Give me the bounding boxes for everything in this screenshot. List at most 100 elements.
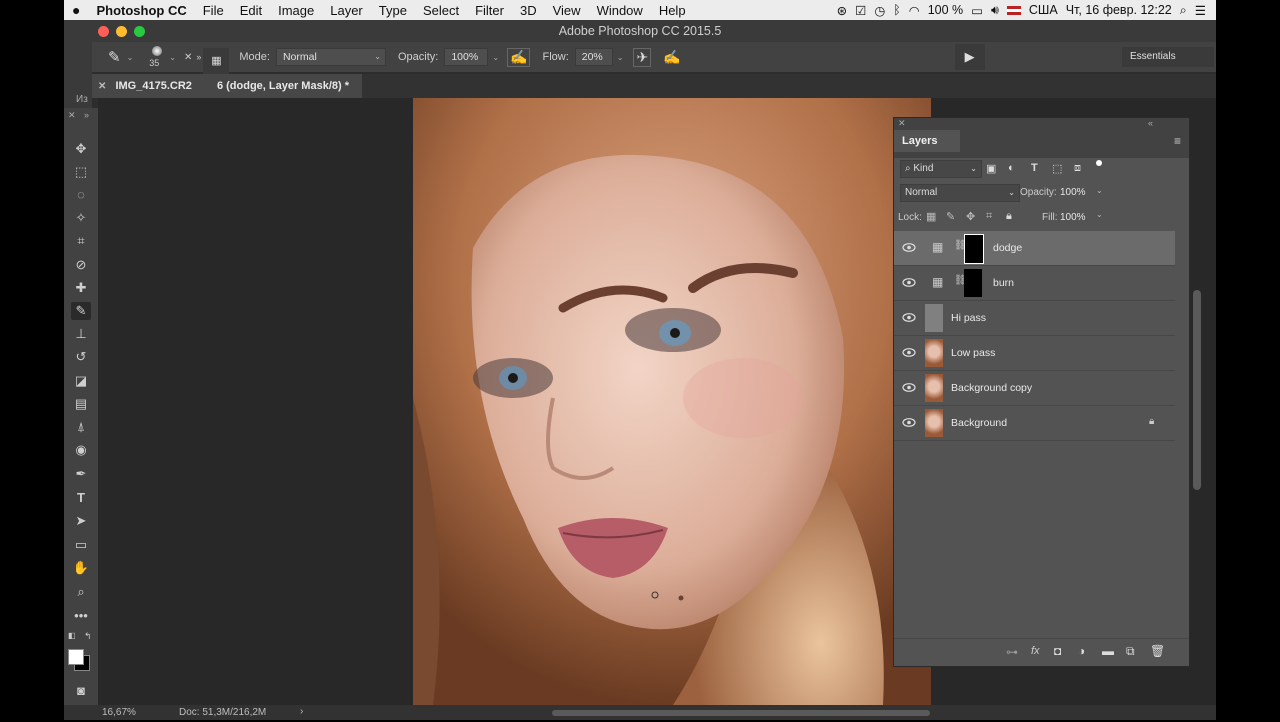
dodge-tool-icon[interactable]: ◉: [71, 441, 91, 459]
rectangle-tool-icon[interactable]: ▭: [71, 536, 91, 554]
volume-icon[interactable]: 🔊︎: [991, 3, 999, 18]
filter-smart-object-icon[interactable]: ⧈: [1074, 162, 1081, 175]
layer-opacity-value[interactable]: 100%: [1060, 187, 1086, 198]
collapse-panel-icon[interactable]: «: [1148, 118, 1153, 128]
close-small-icon[interactable]: ✕: [184, 52, 192, 63]
history-brush-tool-icon[interactable]: ↺: [71, 348, 91, 366]
checkmark-icon[interactable]: ☑: [855, 3, 866, 18]
filter-toggle-icon[interactable]: [1096, 160, 1102, 166]
layer-mask-thumbnail[interactable]: [964, 234, 984, 264]
opacity-input[interactable]: 100%: [444, 48, 489, 66]
chevron-down-icon[interactable]: ⌄: [1096, 210, 1103, 219]
default-colors-icon[interactable]: ◧: [68, 631, 76, 640]
new-layer-icon[interactable]: ⧉: [1126, 644, 1135, 659]
collapse-panel-icon[interactable]: »: [84, 110, 89, 120]
crop-tool-icon[interactable]: ⌗: [71, 232, 91, 250]
layer-row-hi-pass[interactable]: Hi pass: [894, 301, 1175, 336]
type-tool-icon[interactable]: T: [71, 489, 91, 507]
airbrush-icon[interactable]: ✈: [633, 47, 652, 67]
brush-panel-toggle-icon[interactable]: ▦: [203, 48, 230, 74]
chevron-down-icon[interactable]: ⌄: [1096, 186, 1103, 195]
adjustment-icon[interactable]: ◑: [1078, 644, 1085, 658]
menu-help[interactable]: Help: [651, 3, 694, 18]
layer-row-background[interactable]: Background 🔒︎: [894, 406, 1175, 441]
pen-tool-icon[interactable]: ✒: [71, 465, 91, 483]
lock-image-icon[interactable]: ✎: [946, 210, 955, 223]
clock[interactable]: Чт, 16 февр. 12:22: [1066, 3, 1172, 17]
quick-mask-icon[interactable]: ◙: [71, 682, 91, 700]
menu-filter[interactable]: Filter: [467, 3, 512, 18]
magic-wand-tool-icon[interactable]: ✧: [71, 209, 91, 227]
eraser-tool-icon[interactable]: ◪: [71, 372, 91, 390]
visibility-eye-icon[interactable]: [902, 243, 916, 252]
tab-layers[interactable]: Layers: [894, 130, 960, 152]
fx-icon[interactable]: fx: [1031, 645, 1040, 657]
menu-image[interactable]: Image: [270, 3, 322, 18]
menu-app-name[interactable]: Photoshop CC: [88, 3, 194, 18]
visibility-eye-icon[interactable]: [902, 383, 916, 392]
healing-brush-tool-icon[interactable]: ✚: [71, 279, 91, 297]
close-tab-icon[interactable]: ✕: [98, 81, 106, 92]
gradient-tool-icon[interactable]: ▤: [71, 395, 91, 413]
status-menu-arrow-icon[interactable]: ›: [300, 706, 303, 717]
mask-icon[interactable]: ◘: [1054, 644, 1061, 658]
eyedropper-tool-icon[interactable]: ⊘: [71, 256, 91, 274]
filter-adjustment-icon[interactable]: ◐: [1008, 162, 1015, 174]
mode-dropdown[interactable]: Normal ⌄: [275, 48, 386, 66]
flag-icon[interactable]: [1006, 5, 1021, 15]
battery-icon[interactable]: ▭: [971, 3, 983, 18]
menu-edit[interactable]: Edit: [232, 3, 270, 18]
link-icon[interactable]: ⊶: [1006, 645, 1018, 659]
visibility-eye-icon[interactable]: [902, 348, 916, 357]
expand-icon[interactable]: »: [196, 52, 201, 62]
panel-scrollbar[interactable]: [1193, 290, 1201, 490]
lock-transparent-icon[interactable]: ▦: [926, 210, 936, 223]
canvas-horizontal-scrollbar[interactable]: [552, 710, 930, 716]
chevron-down-icon[interactable]: ⌄: [492, 53, 499, 62]
filter-pixel-icon[interactable]: ▣: [986, 162, 996, 175]
menu-3d[interactable]: 3D: [512, 3, 545, 18]
panel-menu-icon[interactable]: ≡: [1174, 134, 1181, 148]
visibility-eye-icon[interactable]: [902, 278, 916, 287]
marquee-tool-icon[interactable]: ⬚: [71, 163, 91, 181]
foreground-color-swatch[interactable]: [68, 649, 84, 665]
move-tool-icon[interactable]: ✥: [71, 140, 91, 158]
blur-tool-icon[interactable]: ⍋: [71, 418, 91, 436]
time-machine-icon[interactable]: ◷: [874, 3, 885, 18]
menu-type[interactable]: Type: [371, 3, 415, 18]
workspace-switcher[interactable]: Essentials: [1122, 47, 1214, 67]
lock-artboard-icon[interactable]: ⌗: [986, 210, 992, 223]
brush-size-picker[interactable]: 35: [143, 42, 173, 72]
filter-type-icon[interactable]: T: [1031, 162, 1038, 174]
menu-window[interactable]: Window: [589, 3, 651, 18]
layer-row-background-copy[interactable]: Background copy: [894, 371, 1175, 406]
layer-filter-dropdown[interactable]: ⌕ Kind ⌄: [900, 160, 982, 178]
search-icon[interactable]: ⌕: [1180, 3, 1187, 18]
menu-file[interactable]: File: [195, 3, 232, 18]
chevron-down-icon[interactable]: ⌄: [617, 53, 624, 62]
close-panel-icon[interactable]: ✕: [898, 118, 906, 129]
clone-stamp-tool-icon[interactable]: ⊥: [71, 325, 91, 343]
creative-cloud-icon[interactable]: ⊛: [837, 3, 847, 18]
folder-icon[interactable]: ▬: [1102, 644, 1114, 658]
brush-tool-preset-icon[interactable]: ✎: [108, 48, 121, 66]
lock-all-icon[interactable]: 🔒︎: [1006, 210, 1012, 223]
pressure-opacity-icon[interactable]: ✍: [507, 47, 531, 67]
swap-colors-icon[interactable]: ↰: [84, 631, 92, 642]
menu-view[interactable]: View: [545, 3, 589, 18]
list-icon[interactable]: ☰: [1195, 3, 1206, 18]
fill-value[interactable]: 100%: [1060, 212, 1086, 223]
blend-mode-dropdown[interactable]: Normal ⌄: [900, 184, 1020, 202]
play-icon[interactable]: ▶: [954, 44, 985, 70]
lasso-tool-icon[interactable]: ◌: [71, 186, 91, 204]
visibility-eye-icon[interactable]: [902, 418, 916, 427]
chevron-down-icon[interactable]: ⌄: [127, 53, 134, 62]
filter-shape-icon[interactable]: ⬚: [1052, 162, 1062, 175]
menu-layer[interactable]: Layer: [322, 3, 371, 18]
wifi-icon[interactable]: ◠: [909, 3, 920, 18]
close-panel-icon[interactable]: ✕: [68, 110, 76, 121]
layer-row-low-pass[interactable]: Low pass: [894, 336, 1175, 371]
input-locale[interactable]: США: [1029, 3, 1058, 17]
flow-input[interactable]: 20%: [574, 48, 613, 66]
pressure-size-icon[interactable]: ✍: [663, 49, 680, 66]
